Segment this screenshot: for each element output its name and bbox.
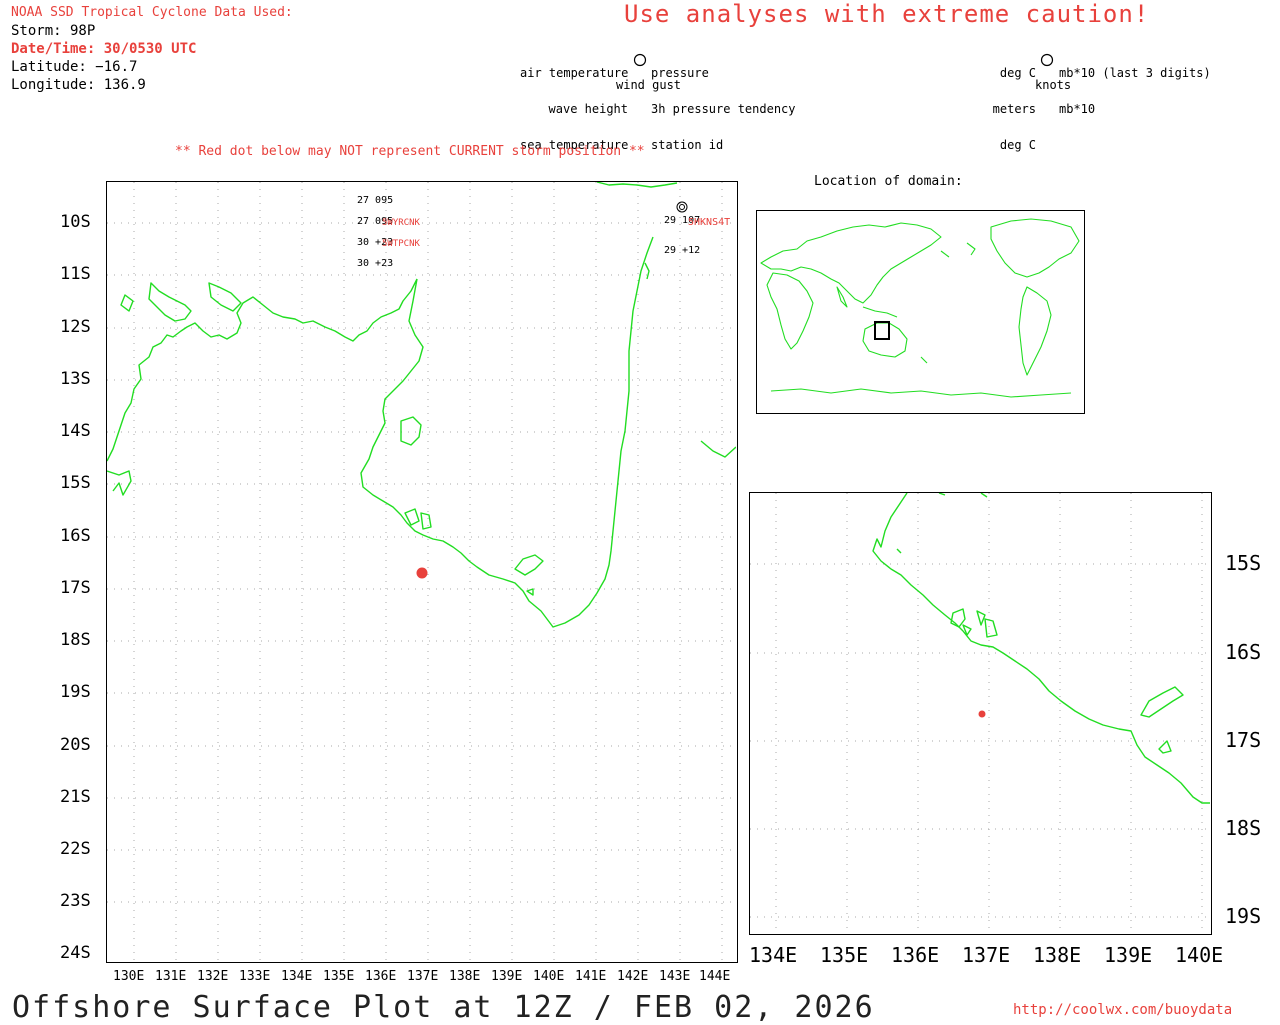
lon-label: 133E xyxy=(239,969,271,984)
zoom-lon-label: 140E xyxy=(1175,943,1224,967)
storm-datetime: Date/Time: 30/0530 UTC xyxy=(11,41,197,57)
world-locator-map xyxy=(756,210,1085,414)
zoom-lon-label: 134E xyxy=(749,943,798,967)
lat-label: 10S xyxy=(60,212,91,232)
storm-name: Storm: 98P xyxy=(11,23,96,39)
zoom-lon-label: 136E xyxy=(891,943,940,967)
zoom-lon-label: 135E xyxy=(820,943,869,967)
unit-mb: mb*10 xyxy=(1059,102,1096,116)
lat-label: 24S xyxy=(60,943,91,963)
unit-meters: meters xyxy=(992,102,1036,116)
station-1-line: 27 095 xyxy=(357,195,394,206)
source-url-link[interactable]: http://coolwx.com/buoydata xyxy=(1013,1002,1232,1018)
zoom-storm-marker xyxy=(978,710,986,718)
plot-title: Offshore Surface Plot at 12Z / FEB 02, 2… xyxy=(12,990,875,1025)
lat-label: 15S xyxy=(60,473,91,493)
zoom-lat-label: 17S xyxy=(1225,728,1262,752)
zoom-lat-label: 19S xyxy=(1225,904,1262,928)
zoom-lat-label: 18S xyxy=(1225,816,1262,840)
legend-right-labels: pressure 3h pressure tendency station id xyxy=(651,43,796,163)
main-map-coastline xyxy=(107,182,736,628)
inset-title: Location of domain: xyxy=(814,174,963,189)
lon-label: 138E xyxy=(449,969,481,984)
zoom-map xyxy=(749,492,1212,935)
legend-wind-gust: wind gust xyxy=(616,78,682,92)
station-1-ids: 5WYRCNK 5WTPCNK xyxy=(382,206,420,262)
legend-wave-height: wave height xyxy=(548,102,628,116)
lat-label: 19S xyxy=(60,682,91,702)
zoom-lon-label: 137E xyxy=(962,943,1011,967)
storm-position-warning: ** Red dot below may NOT represent CURRE… xyxy=(175,144,645,159)
lat-label: 13S xyxy=(60,369,91,389)
lon-label: 142E xyxy=(617,969,649,984)
lon-label: 143E xyxy=(659,969,691,984)
lat-label: 11S xyxy=(60,264,91,284)
lon-label: 137E xyxy=(407,969,439,984)
station-id: 5WYRCNK xyxy=(382,218,420,228)
legend-units-right: mb*10 (last 3 digits) mb*10 xyxy=(1059,43,1211,127)
domain-box xyxy=(874,321,890,340)
legend-pressure-tendency: 3h pressure tendency xyxy=(651,102,796,116)
lon-label: 131E xyxy=(155,969,187,984)
zoom-lat-label: 16S xyxy=(1225,640,1262,664)
lat-label: 14S xyxy=(60,421,91,441)
storm-position-marker xyxy=(416,567,428,579)
lon-label: 144E xyxy=(699,969,731,984)
station-circle-icon xyxy=(633,53,647,67)
lat-label: 21S xyxy=(60,787,91,807)
station-buoy-icon xyxy=(676,201,688,213)
station-2-line: 29 +12 xyxy=(664,245,701,256)
lat-label: 20S xyxy=(60,735,91,755)
main-map: 27 095 27 095 30 +23 30 +23 5WYRCNK 5WTP… xyxy=(106,181,738,963)
lon-label: 141E xyxy=(575,969,607,984)
lon-label: 140E xyxy=(533,969,565,984)
lat-label: 12S xyxy=(60,317,91,337)
zoom-lat-label: 15S xyxy=(1225,551,1262,575)
legend-station-id: station id xyxy=(651,138,724,152)
legend-air-temp: air temperature xyxy=(520,66,629,80)
station-id: 5WTPCNK xyxy=(382,239,420,249)
lon-label: 134E xyxy=(281,969,313,984)
lon-label: 135E xyxy=(323,969,355,984)
unit-deg-c: deg C xyxy=(999,66,1036,80)
lat-label: 22S xyxy=(60,839,91,859)
storm-longitude: Longitude: 136.9 xyxy=(11,77,146,93)
lat-label: 16S xyxy=(60,526,91,546)
unit-deg-c-sea: deg C xyxy=(999,138,1036,152)
caution-banner: Use analyses with extreme caution! xyxy=(624,0,1150,28)
lat-label: 17S xyxy=(60,578,91,598)
lat-label: 18S xyxy=(60,630,91,650)
lat-label: 23S xyxy=(60,891,91,911)
data-source-label: NOAA SSD Tropical Cyclone Data Used: xyxy=(11,5,293,20)
lon-label: 130E xyxy=(113,969,145,984)
zoom-lon-label: 139E xyxy=(1104,943,1153,967)
lon-label: 136E xyxy=(365,969,397,984)
zoom-lon-label: 138E xyxy=(1033,943,1082,967)
unit-mb-digits: mb*10 (last 3 digits) xyxy=(1059,66,1211,80)
lon-label: 139E xyxy=(491,969,523,984)
legend-units-left: deg C meters deg C xyxy=(990,43,1036,163)
station-2-id: 5HKNS4T xyxy=(688,217,731,228)
units-circle-icon xyxy=(1040,53,1054,67)
unit-knots: knots xyxy=(1035,78,1072,92)
lon-label: 132E xyxy=(197,969,229,984)
storm-latitude: Latitude: −16.7 xyxy=(11,59,138,75)
